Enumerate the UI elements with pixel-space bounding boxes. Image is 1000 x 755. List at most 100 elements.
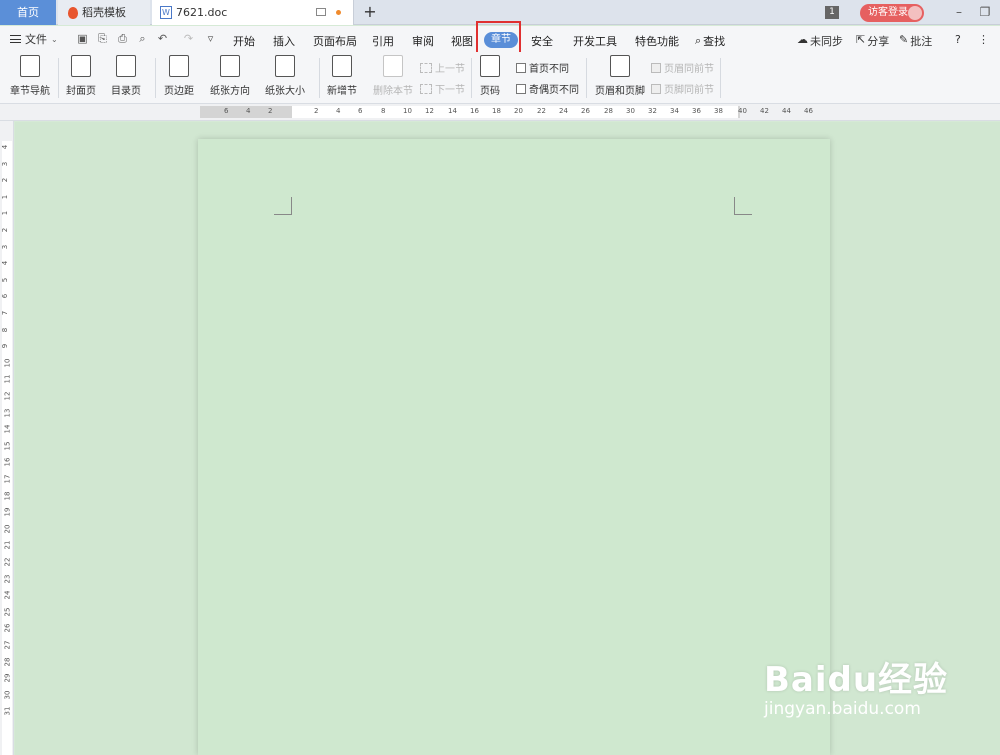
- ruler-tick-label: 11: [3, 374, 12, 384]
- new-section-label: 新增节: [327, 86, 357, 97]
- margin-icon: [169, 55, 189, 77]
- search-button[interactable]: ⌕ 查找: [695, 33, 725, 49]
- ruler-tick-label: 2: [1, 227, 10, 233]
- checkbox-icon: [516, 62, 526, 73]
- orientation-icon: [220, 55, 240, 77]
- more-options-icon[interactable]: ⋮: [978, 33, 989, 46]
- ruler-tick-label: 22: [537, 107, 546, 115]
- share-icon: ⇱: [856, 33, 866, 46]
- header-footer-button[interactable]: 页眉和页脚: [595, 55, 645, 97]
- menu-special-features[interactable]: 特色功能: [635, 33, 679, 49]
- ribbon-section: 章节导航 封面页 目录页 页边距 纸张方向 纸张大小 新增节 删除本节 上一节 …: [0, 52, 1000, 104]
- customize-toolbar-icon[interactable]: ▿: [204, 32, 217, 45]
- section-nav-label: 章节导航: [10, 86, 50, 97]
- header-same-label: 页眉同前节: [664, 64, 714, 75]
- new-section-icon: [332, 55, 352, 77]
- ruler-tick-label: 7: [1, 310, 10, 316]
- tab-home[interactable]: 首页: [0, 0, 56, 25]
- ruler-tick-label: 10: [3, 358, 12, 368]
- redo-icon[interactable]: ↷: [182, 32, 195, 45]
- header-footer-label: 页眉和页脚: [595, 86, 645, 97]
- vertical-ruler[interactable]: 4 3 2 1 1 2 3 4 5 6 7 8 9 10 11 12 13 14 15 16 17 18 19 20 21 22 2…: [0, 121, 14, 755]
- ruler-tick-label: 40: [738, 107, 747, 115]
- watermark-brand: Baidu经验: [764, 660, 949, 700]
- ruler-tick-label: 29: [3, 673, 12, 683]
- ruler-tick-label: 42: [760, 107, 769, 115]
- menu-view[interactable]: 视图: [451, 33, 473, 49]
- ruler-tick-label: 2: [314, 107, 319, 115]
- next-section-button[interactable]: 下一节: [420, 81, 465, 96]
- ruler-tick-label: 6: [358, 107, 363, 115]
- menu-insert[interactable]: 插入: [273, 33, 295, 49]
- ruler-tick-label: 14: [3, 424, 12, 434]
- margin-corner-mark: [274, 197, 292, 215]
- orientation-label: 纸张方向: [210, 86, 250, 97]
- divider: [586, 58, 587, 98]
- next-section-label: 下一节: [435, 85, 465, 96]
- margin-button[interactable]: 页边距: [164, 55, 194, 97]
- restore-icon[interactable]: ❐: [976, 3, 994, 21]
- footer-same-as-prev-checkbox[interactable]: 页脚同前节: [651, 81, 714, 96]
- new-section-button[interactable]: 新增节: [327, 55, 357, 97]
- divider: [319, 58, 320, 98]
- tab-template[interactable]: 稻壳模板: [58, 0, 150, 25]
- guest-login-button[interactable]: 访客登录: [860, 4, 924, 22]
- minimize-icon[interactable]: –: [950, 3, 968, 21]
- tab-document-label: 7621.doc: [176, 6, 228, 19]
- first-page-different-checkbox[interactable]: 首页不同: [516, 60, 569, 75]
- ruler-tick-label: 22: [3, 557, 12, 567]
- ruler-tick-label: 26: [581, 107, 590, 115]
- save-icon[interactable]: ▣: [76, 32, 89, 45]
- ruler-tick-label: 4: [1, 260, 10, 266]
- share-button[interactable]: ⇱ 分享: [856, 33, 889, 49]
- page-number-button[interactable]: 页码: [480, 55, 500, 97]
- menu-dev-tools[interactable]: 开发工具: [573, 33, 617, 49]
- avatar-icon: [908, 6, 922, 20]
- ruler-tick-label: 20: [514, 107, 523, 115]
- orientation-button[interactable]: 纸张方向: [210, 55, 250, 97]
- toc-page-button[interactable]: 目录页: [111, 55, 141, 97]
- menu-home[interactable]: 开始: [233, 33, 255, 49]
- prev-section-label: 上一节: [435, 64, 465, 75]
- menu-page-layout[interactable]: 页面布局: [313, 33, 357, 49]
- header-same-as-prev-checkbox[interactable]: 页眉同前节: [651, 60, 714, 75]
- ruler-tick-label: 8: [1, 327, 10, 332]
- menu-review[interactable]: 审阅: [412, 33, 434, 49]
- ruler-tick-label: 24: [3, 590, 12, 600]
- paper-size-button[interactable]: 纸张大小: [265, 55, 305, 97]
- comment-icon: ✎: [899, 33, 909, 46]
- print-icon[interactable]: ⎙: [116, 32, 129, 45]
- chevron-down-icon: ⌄: [51, 34, 58, 44]
- horizontal-ruler[interactable]: 6 4 2 2 4 6 8 10 12 14 16 18 20 22 24 26 28 30 32 34 36 38 40 4…: [0, 104, 1000, 121]
- prev-section-button[interactable]: 上一节: [420, 60, 465, 75]
- page-number-icon: [480, 55, 500, 77]
- delete-section-icon: [383, 55, 403, 77]
- ruler-tick-label: 16: [470, 107, 479, 115]
- menu-references[interactable]: 引用: [372, 33, 394, 49]
- unsaved-dot-icon: [336, 10, 341, 15]
- document-page[interactable]: [198, 139, 830, 755]
- odd-even-different-checkbox[interactable]: 奇偶页不同: [516, 81, 579, 96]
- sync-button[interactable]: ☁ 未同步: [797, 33, 843, 49]
- word-doc-icon: W: [160, 6, 172, 19]
- cover-page-button[interactable]: 封面页: [66, 55, 96, 97]
- window-count-badge[interactable]: 1: [825, 6, 839, 19]
- ruler-tick-label: 30: [3, 690, 12, 700]
- ruler-tick-label: 21: [3, 540, 12, 550]
- section-nav-button[interactable]: 章节导航: [10, 55, 50, 97]
- help-icon[interactable]: ?: [955, 33, 961, 46]
- monitor-icon[interactable]: [316, 8, 326, 16]
- checkbox-icon: [516, 83, 526, 94]
- print-preview-icon[interactable]: ⌕: [136, 32, 149, 45]
- comment-button[interactable]: ✎ 批注: [899, 33, 932, 49]
- cloud-icon: ☁: [797, 33, 808, 46]
- ruler-tick-label: 13: [3, 408, 12, 418]
- file-menu[interactable]: 文件 ⌄: [10, 31, 58, 47]
- menu-security[interactable]: 安全: [531, 33, 553, 49]
- first-page-different-label: 首页不同: [529, 64, 569, 75]
- new-tab-button[interactable]: +: [362, 2, 378, 21]
- delete-section-button[interactable]: 删除本节: [373, 55, 413, 97]
- export-pdf-icon[interactable]: ⎘: [96, 32, 109, 45]
- ruler-tick-label: 14: [448, 107, 457, 115]
- undo-icon[interactable]: ↶: [156, 32, 169, 45]
